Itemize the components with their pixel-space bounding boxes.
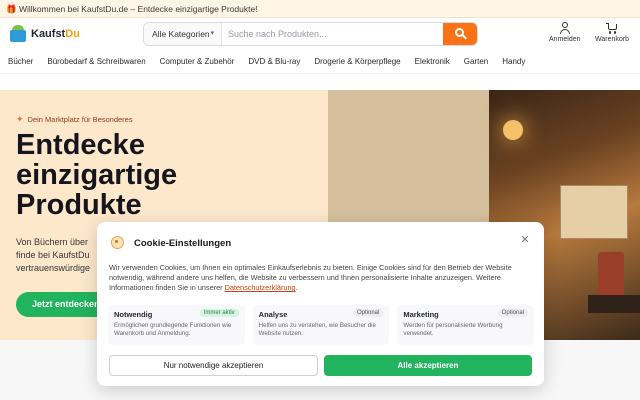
user-icon: [559, 22, 571, 34]
login-label: Anmelden: [549, 36, 581, 43]
login-button[interactable]: Anmelden: [549, 22, 581, 43]
status-badge: Optional: [497, 309, 529, 317]
cookie-title: Cookie-Einstellungen: [134, 238, 232, 249]
cookie-option-necessary: Notwendig Immer aktiv Ermöglichen grundl…: [108, 305, 245, 345]
category-nav: Bücher Bürobedarf & Schreibwaren Compute…: [0, 52, 640, 74]
nav-item-handy[interactable]: Handy: [502, 52, 525, 73]
hero-title: Entdecke einzigartige Produkte: [16, 129, 178, 221]
chevron-down-icon: ▾: [210, 30, 214, 37]
cookie-dialog: Cookie-Einstellungen ✕ Wir verwenden Coo…: [97, 222, 544, 386]
nav-item-elektronik[interactable]: Elektronik: [415, 52, 450, 73]
cookie-options: Notwendig Immer aktiv Ermöglichen grundl…: [108, 305, 535, 345]
nav-item-garten[interactable]: Garten: [464, 52, 488, 73]
accept-necessary-button[interactable]: Nur notwendige akzeptieren: [109, 355, 318, 376]
discover-button[interactable]: Jetzt entdecken: [16, 292, 110, 317]
cookie-option-analytics[interactable]: Analyse Optional Helfen uns zu verstehen…: [252, 305, 390, 345]
cart-label: Warenkorb: [595, 36, 629, 43]
announcement-bar: 🎁 Willkommen bei KaufstDu.de – Entdecke …: [0, 0, 640, 18]
cookie-text: Wir verwenden Cookies, um Ihnen ein opti…: [109, 263, 512, 293]
search-button[interactable]: [443, 23, 477, 45]
nav-item-computer[interactable]: Computer & Zubehör: [160, 52, 235, 73]
nav-item-buerobedarf[interactable]: Bürobedarf & Schreibwaren: [47, 52, 145, 73]
shopping-bag-logo-icon: [8, 24, 28, 44]
search-bar: Alle Kategorien ▾: [143, 22, 478, 46]
hero-subtitle: Von Büchern über finde bei KaufstDu vert…: [16, 237, 91, 273]
status-badge: Immer aktiv: [199, 309, 239, 317]
logo-text: KaufstDu: [31, 28, 80, 40]
cart-button[interactable]: Warenkorb: [595, 22, 629, 43]
cookie-icon: [111, 236, 124, 249]
close-icon[interactable]: ✕: [518, 232, 532, 246]
nav-item-drogerie[interactable]: Drogerie & Körperpflege: [314, 52, 400, 73]
hero-tag: ✦ Dein Marktplatz für Besonderes: [16, 114, 133, 124]
site-logo[interactable]: KaufstDu: [8, 24, 80, 44]
nav-item-dvd[interactable]: DVD & Blu-ray: [248, 52, 300, 73]
cart-icon: [605, 22, 618, 34]
sparkle-icon: ✦: [16, 114, 24, 124]
accept-all-button[interactable]: Alle akzeptieren: [324, 355, 532, 376]
cookie-option-marketing[interactable]: Marketing Optional Werden für personalis…: [397, 305, 535, 345]
status-badge: Optional: [352, 309, 384, 317]
privacy-link[interactable]: Datenschutzerklärung: [225, 283, 296, 292]
nav-item-buecher[interactable]: Bücher: [8, 52, 33, 73]
search-input[interactable]: [228, 23, 438, 45]
site-header: KaufstDu Alle Kategorien▾ Anmelden Waren…: [0, 18, 640, 52]
category-select[interactable]: Alle Kategorien ▾: [144, 23, 222, 45]
